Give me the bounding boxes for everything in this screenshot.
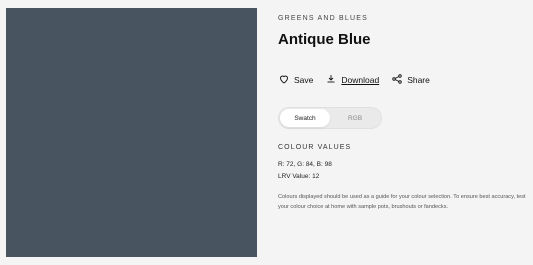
share-label: Share [407,75,430,85]
share-icon [391,73,407,87]
toggle-swatch[interactable]: Swatch [280,109,330,127]
save-label: Save [294,75,314,85]
lrv-value: LRV Value: 12 [278,173,320,180]
colour-disclaimer: Colours displayed should be used as a gu… [278,194,526,210]
download-button[interactable]: Download [325,73,379,87]
download-label: Download [341,75,380,85]
view-toggle: Swatch RGB [278,107,382,129]
heart-icon [278,73,294,87]
toggle-rgb[interactable]: RGB [330,109,380,127]
action-bar: Save Download Share [278,73,528,87]
colour-swatch [6,8,257,257]
rgb-values: R: 72, G: 84, B: 98 [278,161,332,168]
colour-swatch-card [6,8,257,257]
colour-values-heading: COLOUR VALUES [278,144,352,151]
product-page: GREENS AND BLUES Antique Blue Save Downl… [0,0,533,265]
category-label: GREENS AND BLUES [278,15,368,22]
share-button[interactable]: Share [391,73,430,87]
download-icon [325,73,341,87]
save-button[interactable]: Save [278,73,313,87]
product-info: GREENS AND BLUES Antique Blue Save Downl… [278,14,528,212]
product-title: Antique Blue [278,31,371,48]
